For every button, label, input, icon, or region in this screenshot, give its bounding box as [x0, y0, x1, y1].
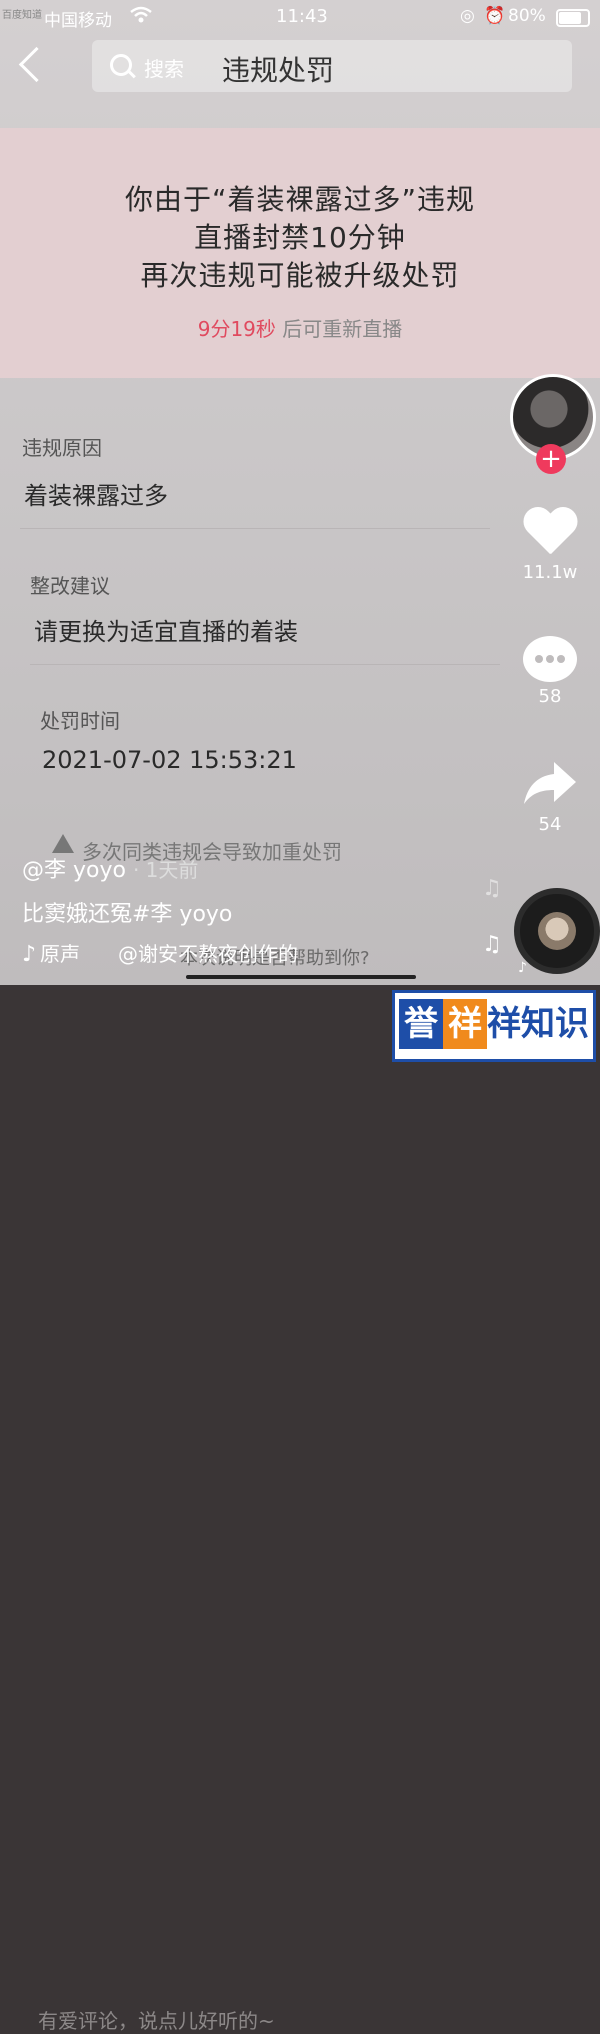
post-time: · 1天前: [132, 858, 199, 882]
logo-part-3: 祥知识: [487, 1004, 589, 1044]
music-note-icon: ♫: [482, 932, 502, 957]
countdown: 9分19秒 后可重新直播: [0, 313, 600, 342]
countdown-time: 9分19秒: [197, 317, 276, 341]
reason-value: 着装裸露过多: [24, 482, 168, 510]
countdown-text: 后可重新直播: [282, 317, 403, 341]
comment-icon: [523, 636, 577, 682]
share-count: 54: [538, 814, 562, 835]
search-placeholder: 搜索: [144, 57, 184, 81]
banner-line-2: 直播封禁10分钟: [194, 221, 406, 254]
site-logo: 誉 祥 祥知识: [392, 990, 596, 1062]
advice-value: 请更换为适宜直播的着装: [34, 618, 298, 646]
heart-icon: [522, 508, 578, 558]
reason-label: 违规原因: [22, 436, 102, 460]
banner-line-3: 再次违规可能被升级处罚: [140, 259, 460, 292]
music-note-icon: ♫: [482, 876, 502, 901]
author-name[interactable]: @李 yoyo · 1天前: [22, 852, 198, 884]
screen: 百度知道 中国移动 11:43 ◎ ⏰ 80% 搜索 违规处罚 你由于“着装裸露…: [0, 0, 600, 985]
follow-button[interactable]: +: [536, 444, 566, 474]
top-bar: 搜索 违规处罚: [0, 34, 600, 98]
rotation-lock-icon: ◎: [460, 6, 475, 26]
music-label[interactable]: ♪ 原声: [22, 938, 80, 967]
time-label: 处罚时间: [40, 709, 120, 733]
like-button[interactable]: 11.1w: [520, 508, 580, 583]
comment-count: 58: [538, 686, 562, 707]
author-handle[interactable]: @李 yoyo: [22, 858, 126, 883]
comment-placeholder[interactable]: 有爱评论，说点儿好听的~: [38, 2005, 275, 2034]
alarm-icon: ⏰: [484, 6, 506, 26]
watermark-text: 百度知道: [2, 10, 42, 21]
divider: [30, 664, 500, 665]
post-caption[interactable]: 比窦娥还冤#李 yoyo: [22, 896, 232, 928]
logo-part-2: 祥: [443, 999, 487, 1049]
wifi-icon: [130, 6, 152, 29]
time-value: 2021-07-02 15:53:21: [42, 746, 297, 774]
share-button[interactable]: 54: [520, 760, 580, 835]
divider: [20, 528, 490, 529]
battery-icon: [556, 9, 590, 27]
share-icon: [524, 762, 576, 804]
logo-part-1: 誉: [399, 999, 443, 1049]
music-disc[interactable]: [514, 888, 600, 974]
search-query: 违规处罚: [222, 54, 335, 87]
warning-icon: [52, 834, 74, 853]
penalty-banner: 你由于“着装裸露过多”违规 直播封禁10分钟 再次违规可能被升级处罚 9分19秒…: [0, 128, 600, 378]
like-count: 11.1w: [522, 562, 578, 583]
comment-button[interactable]: 58: [520, 636, 580, 707]
clock: 11:43: [276, 6, 328, 27]
search-input[interactable]: 搜索 违规处罚: [92, 40, 572, 92]
advice-label: 整改建议: [30, 574, 110, 598]
status-bar: 百度知道 中国移动 11:43 ◎ ⏰ 80%: [0, 0, 600, 34]
banner-line-1: 你由于“着装裸露过多”违规: [124, 183, 475, 216]
battery-percent: 80%: [508, 6, 546, 26]
music-note-icon: ♪: [22, 942, 37, 967]
search-icon: [110, 54, 132, 76]
home-indicator: [186, 975, 416, 979]
carrier-label: 中国移动: [44, 11, 112, 31]
music-mention[interactable]: @谢安不熬夜创作的: [118, 938, 298, 967]
back-icon[interactable]: [18, 46, 55, 83]
music-note-icon: ♪: [518, 960, 527, 976]
